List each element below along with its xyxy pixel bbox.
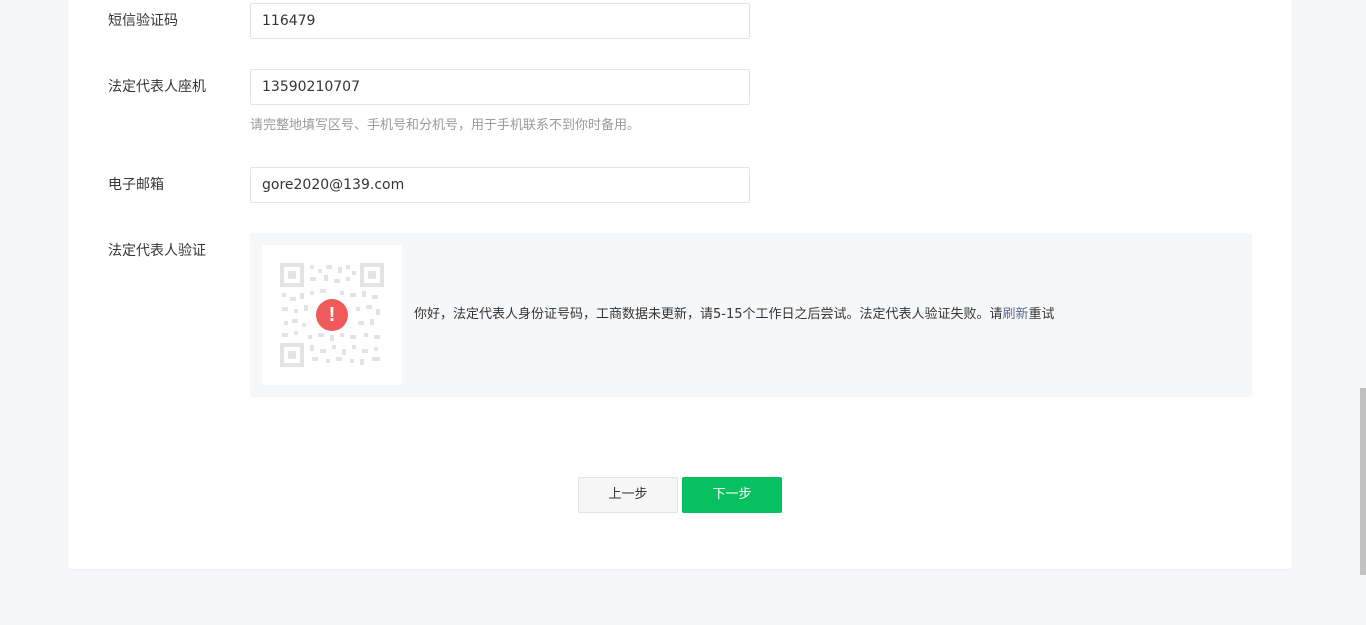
qr-code: ! [262, 245, 402, 385]
verify-message-text: 你好，法定代表人身份证号码，工商数据未更新，请5-15个工作日之后尝试。法定代表… [414, 307, 1003, 322]
legal-verify-label: 法定代表人验证 [108, 243, 206, 259]
landline-hint: 请完整地填写区号、手机号和分机号，用于手机联系不到你时备用。 [250, 118, 641, 133]
landline-input[interactable]: 13590210707 [250, 69, 750, 105]
email-input[interactable]: gore2020@139.com [250, 167, 750, 203]
verify-message-suffix: 重试 [1028, 307, 1055, 322]
sms-code-value: 116479 [262, 13, 316, 29]
landline-label: 法定代表人座机 [108, 79, 206, 95]
prev-step-button[interactable]: 上一步 [578, 477, 678, 513]
email-label: 电子邮箱 [108, 177, 164, 193]
next-step-button[interactable]: 下一步 [682, 477, 782, 513]
refresh-link[interactable]: 刷新 [1003, 307, 1029, 322]
sms-code-input[interactable]: 116479 [250, 3, 750, 39]
alert-icon: ! [316, 299, 348, 331]
sms-code-label: 短信验证码 [108, 13, 178, 29]
landline-value: 13590210707 [262, 79, 360, 95]
email-value: gore2020@139.com [262, 177, 405, 193]
scrollbar-thumb[interactable] [1360, 388, 1366, 575]
verify-message: 你好，法定代表人身份证号码，工商数据未更新，请5-15个工作日之后尝试。法定代表… [414, 305, 1055, 325]
legal-verify-panel: ! 你好，法定代表人身份证号码，工商数据未更新，请5-15个工作日之后尝试。法定… [250, 233, 1252, 397]
